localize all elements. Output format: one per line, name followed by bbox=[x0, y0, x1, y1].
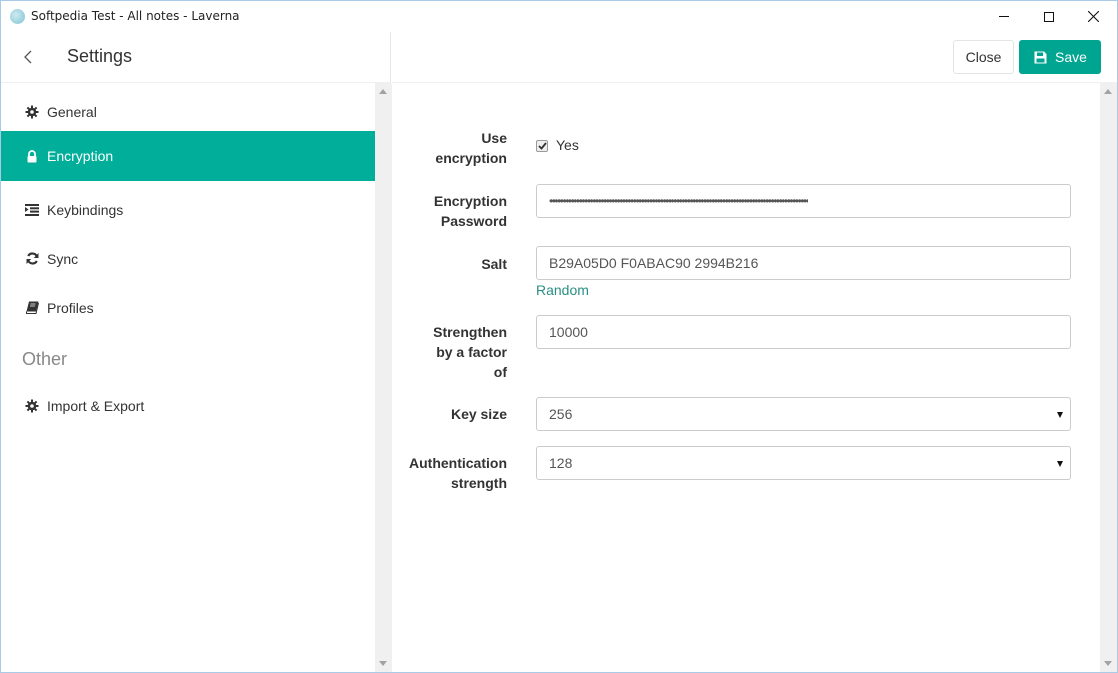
refresh-icon bbox=[25, 252, 39, 266]
auth-strength-label: Authentication strength bbox=[377, 453, 507, 493]
content-header: Close Save bbox=[392, 32, 1117, 83]
strengthen-value: 10000 bbox=[549, 324, 588, 340]
sidebar-item-label: Keybindings bbox=[47, 201, 124, 218]
sidebar-item-import-export[interactable]: Import & Export bbox=[1, 381, 375, 430]
label-line: encryption bbox=[435, 150, 507, 166]
strengthen-label: Strengthen by a factor of bbox=[397, 322, 507, 382]
close-icon bbox=[1088, 11, 1099, 22]
use-encryption-checkbox[interactable] bbox=[536, 140, 548, 152]
label-line: strength bbox=[451, 475, 507, 491]
scroll-down-arrow-icon[interactable] bbox=[1104, 661, 1112, 666]
sidebar-scrollbar[interactable] bbox=[375, 83, 392, 672]
auth-strength-select[interactable]: 128 bbox=[536, 446, 1071, 480]
salt-value: B29A05D0 F0ABAC90 2994B216 bbox=[549, 255, 759, 271]
page-title: Settings bbox=[67, 46, 133, 66]
key-size-value: 256 bbox=[549, 406, 573, 422]
checkmark-icon bbox=[537, 142, 547, 150]
sidebar-item-profiles[interactable]: Profiles bbox=[1, 283, 375, 332]
save-label: Save bbox=[1055, 49, 1087, 65]
dropdown-caret-icon bbox=[1057, 461, 1063, 467]
label-line: Strengthen bbox=[433, 324, 507, 340]
sidebar-header: Settings bbox=[1, 32, 391, 83]
app-window: Softpedia Test - All notes - Laverna Set… bbox=[0, 0, 1118, 673]
scroll-up-arrow-icon[interactable] bbox=[1104, 89, 1112, 94]
label-line: Use bbox=[481, 130, 507, 146]
strengthen-input[interactable]: 10000 bbox=[536, 315, 1071, 349]
sidebar-item-label: Encryption bbox=[47, 148, 114, 164]
scroll-up-arrow-icon[interactable] bbox=[379, 89, 387, 94]
sidebar-item-label: Import & Export bbox=[47, 397, 145, 414]
settings-content: Close Save Use encryption Yes Encryption bbox=[392, 32, 1117, 672]
label-line: Encryption bbox=[433, 193, 507, 209]
label-line: of bbox=[493, 364, 507, 380]
lock-icon bbox=[25, 149, 39, 163]
chevron-left-icon bbox=[24, 50, 32, 64]
sidebar-item-label: Sync bbox=[47, 250, 79, 267]
section-heading-other: Other bbox=[22, 349, 68, 369]
sidebar-item-encryption[interactable]: Encryption bbox=[1, 131, 375, 181]
key-size-select[interactable]: 256 bbox=[536, 397, 1071, 431]
dropdown-caret-icon bbox=[1057, 412, 1063, 418]
book-icon bbox=[25, 301, 39, 315]
sidebar-item-label: Profiles bbox=[47, 299, 94, 316]
gear-icon bbox=[25, 105, 39, 119]
label-line: by a factor bbox=[436, 344, 507, 360]
floppy-disk-icon bbox=[1033, 50, 1047, 64]
gear-icon bbox=[25, 399, 39, 413]
save-button[interactable]: Save bbox=[1019, 40, 1101, 74]
content-scrollbar[interactable] bbox=[1100, 83, 1117, 672]
encryption-password-input[interactable]: ••••••••••••••••••••••••••••••••••••••••… bbox=[536, 184, 1071, 218]
label-line: Authentication bbox=[409, 455, 507, 471]
window-title: Softpedia Test - All notes - Laverna bbox=[31, 9, 240, 23]
key-size-label: Key size bbox=[450, 406, 507, 422]
sidebar-item-sync[interactable]: Sync bbox=[1, 234, 375, 283]
maximize-button[interactable] bbox=[1026, 1, 1071, 32]
laverna-app-icon bbox=[10, 9, 25, 24]
title-bar: Softpedia Test - All notes - Laverna bbox=[1, 1, 1117, 32]
sidebar-item-keybindings[interactable]: Keybindings bbox=[1, 185, 375, 234]
sidebar-item-general[interactable]: General bbox=[1, 87, 375, 136]
window-close-button[interactable] bbox=[1071, 1, 1116, 32]
back-button[interactable] bbox=[16, 45, 40, 69]
label-line: Password bbox=[440, 213, 507, 229]
salt-input[interactable]: B29A05D0 F0ABAC90 2994B216 bbox=[536, 246, 1071, 280]
settings-sidebar: Settings General Encryption Keybindings bbox=[1, 32, 392, 672]
maximize-icon bbox=[1043, 11, 1054, 22]
auth-strength-value: 128 bbox=[549, 455, 573, 471]
password-masked-value: ••••••••••••••••••••••••••••••••••••••••… bbox=[549, 194, 809, 208]
use-encryption-label: Use encryption bbox=[397, 128, 507, 168]
sidebar-nav: General Encryption Keybindings Sync Prof… bbox=[1, 83, 375, 672]
minimize-icon bbox=[998, 16, 1009, 17]
close-button[interactable]: Close bbox=[953, 40, 1014, 74]
encryption-password-label: Encryption Password bbox=[397, 191, 507, 231]
use-encryption-option-label[interactable]: Yes bbox=[556, 137, 579, 153]
random-salt-link[interactable]: Random bbox=[536, 282, 589, 298]
indent-icon bbox=[25, 203, 39, 217]
scroll-down-arrow-icon[interactable] bbox=[379, 661, 387, 666]
minimize-button[interactable] bbox=[981, 1, 1026, 32]
sidebar-item-label: General bbox=[47, 103, 97, 120]
salt-label: Salt bbox=[481, 256, 507, 272]
